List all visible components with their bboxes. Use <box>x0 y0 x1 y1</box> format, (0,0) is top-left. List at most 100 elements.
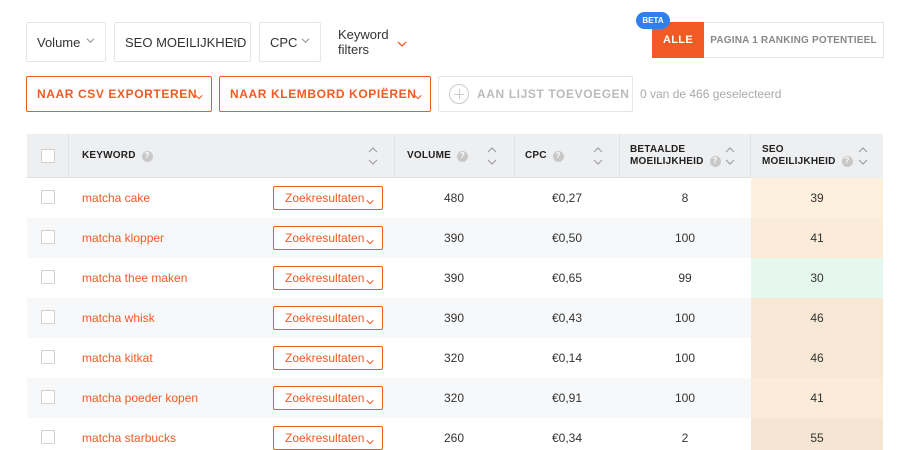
sort-icon[interactable] <box>368 144 378 168</box>
sort-icon[interactable] <box>593 144 603 168</box>
table-row: matcha poeder kopen Zoekresultaten 320 €… <box>27 378 883 418</box>
seo-filter-dropdown[interactable]: SEO MOEILIJKHEID <box>114 22 251 62</box>
volume-value: 390 <box>443 231 464 245</box>
seo-difficulty-cell: 39 <box>751 178 883 218</box>
keyword-link[interactable]: matcha cake <box>82 191 150 205</box>
help-icon[interactable]: ? <box>709 155 721 167</box>
serp-label: Zoekresultaten <box>285 191 365 205</box>
header-paid-difficulty[interactable]: BETAALDE MOEILIJKHEID ? <box>630 134 721 178</box>
volume-value: 390 <box>443 271 464 285</box>
column-divider <box>750 134 751 177</box>
volume-value: 390 <box>443 311 464 325</box>
header-seo-label-1: SEO <box>762 144 784 155</box>
chevron-down-icon <box>301 36 310 45</box>
table-row: matcha whisk Zoekresultaten 390 €0,43 10… <box>27 298 883 338</box>
header-cpc[interactable]: CPC ? <box>525 134 564 178</box>
serp-dropdown-button[interactable]: Zoekresultaten <box>273 186 383 210</box>
serp-dropdown-button[interactable]: Zoekresultaten <box>273 426 383 450</box>
chevron-down-icon <box>366 275 374 285</box>
row-checkbox[interactable] <box>41 310 55 324</box>
cpc-value: €0,65 <box>551 271 582 285</box>
cpc-filter-dropdown[interactable]: CPC <box>259 22 321 62</box>
chevron-down-icon <box>366 355 374 365</box>
sort-icon[interactable] <box>487 144 497 168</box>
row-checkbox[interactable] <box>41 390 55 404</box>
row-checkbox[interactable] <box>41 350 55 364</box>
serp-dropdown-button[interactable]: Zoekresultaten <box>273 346 383 370</box>
table-body: matcha cake Zoekresultaten 480 €0,27 8 3… <box>27 178 883 450</box>
help-icon[interactable]: ? <box>841 155 853 167</box>
chevron-down-icon <box>414 90 422 100</box>
selection-count: 0 van de 466 geselecteerd <box>640 87 782 101</box>
copy-clipboard-label: NAAR KLEMBORD KOPIËREN <box>230 87 417 101</box>
add-to-list-button[interactable]: AAN LIJST TOEVOEGEN <box>438 76 633 112</box>
chevron-down-icon <box>366 315 374 325</box>
seo-difficulty-cell: 46 <box>751 338 883 378</box>
header-cpc-label: CPC <box>525 150 547 161</box>
help-icon[interactable]: ? <box>141 150 153 162</box>
cpc-value: €0,34 <box>551 431 582 445</box>
keyword-filters-toggle[interactable]: Keyword filters <box>338 22 407 62</box>
serp-label: Zoekresultaten <box>285 351 365 365</box>
chevron-down-icon <box>366 435 374 445</box>
keyword-link[interactable]: matcha klopper <box>82 231 164 245</box>
serp-dropdown-button[interactable]: Zoekresultaten <box>273 266 383 290</box>
copy-clipboard-button[interactable]: NAAR KLEMBORD KOPIËREN <box>219 76 431 112</box>
seo-difficulty-cell: 46 <box>751 298 883 338</box>
header-volume-label: VOLUME <box>407 150 451 161</box>
serp-dropdown-button[interactable]: Zoekresultaten <box>273 226 383 250</box>
help-icon[interactable]: ? <box>456 150 468 162</box>
seo-difficulty-cell: 55 <box>751 418 883 450</box>
paid-difficulty-value: 100 <box>674 391 696 405</box>
header-volume[interactable]: VOLUME ? <box>407 134 468 178</box>
keyword-table: KEYWORD ? VOLUME ? CPC ? BETAALDE MOEILI… <box>27 134 883 450</box>
ranking-segment-control: ALLE PAGINA 1 RANKING POTENTIEEL <box>652 22 884 58</box>
row-checkbox[interactable] <box>41 270 55 284</box>
cpc-value: €0,14 <box>551 351 582 365</box>
volume-value: 320 <box>443 391 464 405</box>
seo-difficulty-value: 46 <box>810 351 824 365</box>
keyword-link[interactable]: matcha kitkat <box>82 351 153 365</box>
add-to-list-label: AAN LIJST TOEVOEGEN <box>477 87 630 101</box>
seo-difficulty-value: 30 <box>810 271 824 285</box>
volume-value: 480 <box>443 191 464 205</box>
header-keyword-label: KEYWORD <box>82 150 136 161</box>
keyword-link[interactable]: matcha whisk <box>82 311 155 325</box>
row-checkbox[interactable] <box>41 230 55 244</box>
paid-difficulty-value: 100 <box>674 311 696 325</box>
serp-dropdown-button[interactable]: Zoekresultaten <box>273 386 383 410</box>
sort-icon[interactable] <box>725 144 735 168</box>
column-divider <box>514 134 515 177</box>
column-divider <box>619 134 620 177</box>
sort-icon[interactable] <box>858 144 868 168</box>
paid-difficulty-value: 100 <box>674 351 696 365</box>
table-row: matcha kitkat Zoekresultaten 320 €0,14 1… <box>27 338 883 378</box>
seo-difficulty-value: 41 <box>810 231 824 245</box>
plus-circle-icon <box>449 84 469 104</box>
tab-page1-ranking-potential[interactable]: PAGINA 1 RANKING POTENTIEEL <box>704 22 884 58</box>
help-icon[interactable]: ? <box>552 150 564 162</box>
column-divider <box>394 134 395 177</box>
header-keyword[interactable]: KEYWORD ? <box>82 134 153 178</box>
row-checkbox[interactable] <box>41 190 55 204</box>
chevron-down-icon <box>366 235 374 245</box>
table-row: matcha starbucks Zoekresultaten 260 €0,3… <box>27 418 883 450</box>
cpc-value: €0,43 <box>551 311 582 325</box>
volume-filter-dropdown[interactable]: Volume <box>26 22 106 62</box>
header-seo-difficulty[interactable]: SEO MOEILIJKHEID ? <box>762 134 853 178</box>
export-csv-button[interactable]: NAAR CSV EXPORTEREN <box>26 76 212 112</box>
paid-difficulty-value: 8 <box>681 191 689 205</box>
volume-filter-label: Volume <box>37 34 81 50</box>
beta-badge: BETA <box>636 12 670 29</box>
serp-label: Zoekresultaten <box>285 391 365 405</box>
keyword-link[interactable]: matcha thee maken <box>82 271 187 285</box>
keyword-link[interactable]: matcha starbucks <box>82 431 176 445</box>
seo-difficulty-cell: 41 <box>751 378 883 418</box>
select-all-checkbox[interactable] <box>41 149 55 163</box>
serp-dropdown-button[interactable]: Zoekresultaten <box>273 306 383 330</box>
table-row: matcha thee maken Zoekresultaten 390 €0,… <box>27 258 883 298</box>
seo-difficulty-cell: 30 <box>751 258 883 298</box>
chevron-down-icon <box>397 37 407 47</box>
keyword-link[interactable]: matcha poeder kopen <box>82 391 198 405</box>
row-checkbox[interactable] <box>41 430 55 444</box>
